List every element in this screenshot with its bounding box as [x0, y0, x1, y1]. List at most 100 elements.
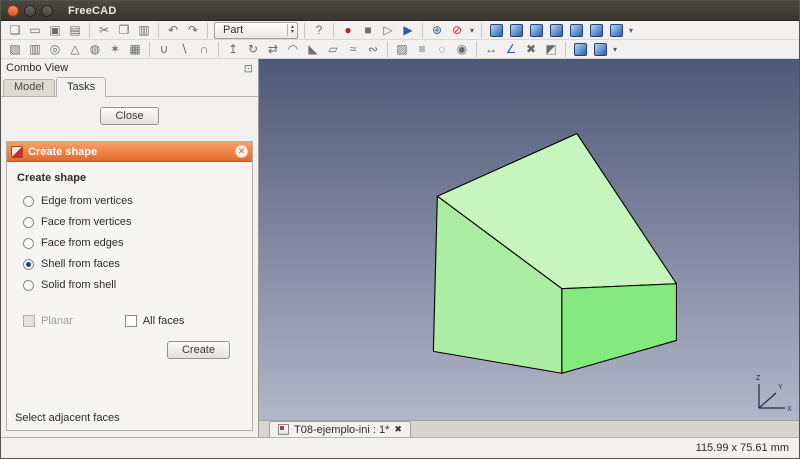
shape-builder-icon[interactable]: ▦: [125, 41, 145, 58]
document-tab[interactable]: T08-ejemplo-ini : 1* ✖: [269, 421, 411, 437]
toolbar-separator: [149, 42, 150, 57]
radio-face-from-vertices[interactable]: Face from vertices: [23, 216, 244, 228]
radio-shell-from-faces[interactable]: Shell from faces: [23, 258, 244, 270]
section-icon[interactable]: ▨: [392, 41, 412, 58]
dock-icon[interactable]: ⊡: [244, 62, 253, 75]
save-document-icon[interactable]: ▣: [45, 22, 65, 39]
extrude-icon[interactable]: ↥: [223, 41, 243, 58]
left-view-icon[interactable]: [606, 22, 626, 39]
3d-viewport[interactable]: Z X Y: [259, 59, 799, 420]
combo-view-header: Combo View ⊡: [1, 59, 258, 77]
combo-view-title: Combo View: [6, 62, 68, 74]
main-area: Combo View ⊡ Model Tasks Close Create sh…: [1, 59, 799, 437]
box-icon[interactable]: ▧: [5, 41, 25, 58]
cylinder-icon[interactable]: ▥: [25, 41, 45, 58]
cross-sections-icon[interactable]: ≡: [412, 41, 432, 58]
measure-angular-icon[interactable]: ∠: [501, 41, 521, 58]
redo-icon[interactable]: ↷: [183, 22, 203, 39]
draw-style-icon[interactable]: ⊘: [447, 22, 467, 39]
radio-icon: [23, 280, 34, 291]
view-tool-icon-2[interactable]: [590, 41, 610, 58]
create-shape-taskbox: Create shape ✕ Create shape Edge from ve…: [6, 141, 253, 431]
toggle-measurement-icon[interactable]: ◩: [541, 41, 561, 58]
toolbar-separator: [565, 42, 566, 57]
right-view-icon[interactable]: [546, 22, 566, 39]
toolbar-separator: [218, 42, 219, 57]
boolean-cut-icon[interactable]: ∖: [174, 41, 194, 58]
print-icon[interactable]: ▤: [65, 22, 85, 39]
window-maximize-button[interactable]: [41, 5, 53, 17]
view-tools-caret-icon[interactable]: ▾: [610, 45, 620, 54]
toolbar-row-1: ❏▭▣▤✂❐▥↶↷Part▴▾?●■▷▶⊕⊘▾▾: [1, 21, 799, 40]
tab-model[interactable]: Model: [3, 79, 55, 96]
radio-face-from-edges[interactable]: Face from edges: [23, 237, 244, 249]
undo-icon[interactable]: ↶: [163, 22, 183, 39]
loft-icon[interactable]: ≈: [343, 41, 363, 58]
radio-label: Shell from faces: [41, 258, 120, 270]
ruled-surface-icon[interactable]: ▱: [323, 41, 343, 58]
clear-measurement-icon[interactable]: ✖: [521, 41, 541, 58]
rear-view-icon[interactable]: [566, 22, 586, 39]
views-caret-icon[interactable]: ▾: [626, 26, 636, 35]
whats-this-icon[interactable]: ?: [309, 22, 329, 39]
window-close-button[interactable]: [7, 5, 19, 17]
cut-icon[interactable]: ✂: [94, 22, 114, 39]
close-task-button[interactable]: Close: [100, 107, 158, 125]
fillet-icon[interactable]: ◠: [283, 41, 303, 58]
thickness-icon[interactable]: ◉: [452, 41, 472, 58]
bottom-view-icon[interactable]: [586, 22, 606, 39]
fit-all-icon[interactable]: ⊕: [427, 22, 447, 39]
document-icon: [278, 424, 289, 435]
radio-icon: [23, 217, 34, 228]
new-document-icon[interactable]: ❏: [5, 22, 25, 39]
radio-selected-icon: [23, 259, 34, 270]
front-view-icon[interactable]: [506, 22, 526, 39]
tab-tasks[interactable]: Tasks: [56, 77, 106, 97]
axonometric-view-icon[interactable]: [486, 22, 506, 39]
titlebar[interactable]: FreeCAD: [1, 1, 799, 21]
window-minimize-button[interactable]: [24, 5, 36, 17]
revolve-icon[interactable]: ↻: [243, 41, 263, 58]
chamfer-icon[interactable]: ◣: [303, 41, 323, 58]
sphere-icon[interactable]: ◎: [45, 41, 65, 58]
section-title: Create shape: [17, 172, 244, 184]
document-tab-close-icon[interactable]: ✖: [394, 424, 402, 435]
boolean-union-icon[interactable]: ∪: [154, 41, 174, 58]
toolbar-separator: [481, 23, 482, 38]
offset-icon[interactable]: ◌: [432, 41, 452, 58]
workbench-spinner-icon[interactable]: ▴▾: [287, 24, 297, 36]
macro-debug-icon[interactable]: ▷: [378, 22, 398, 39]
macro-stop-icon[interactable]: ■: [358, 22, 378, 39]
cone-icon[interactable]: △: [65, 41, 85, 58]
macro-record-icon[interactable]: ●: [338, 22, 358, 39]
combo-view-tabs: Model Tasks: [1, 77, 258, 97]
toolbar-separator: [304, 23, 305, 38]
copy-icon[interactable]: ❐: [114, 22, 134, 39]
torus-icon[interactable]: ◍: [85, 41, 105, 58]
measure-linear-icon[interactable]: ↔: [481, 41, 501, 58]
task-close-icon[interactable]: ✕: [235, 145, 248, 158]
solid-shape[interactable]: [259, 59, 799, 420]
bottom-view-icon: [590, 24, 603, 37]
macro-execute-icon[interactable]: ▶: [398, 22, 418, 39]
boolean-intersection-icon[interactable]: ∩: [194, 41, 214, 58]
draw-style-caret-icon[interactable]: ▾: [467, 26, 477, 35]
open-document-icon[interactable]: ▭: [25, 22, 45, 39]
document-tab-label: T08-ejemplo-ini : 1*: [294, 424, 389, 436]
create-primitives-icon[interactable]: ✶: [105, 41, 125, 58]
top-view-icon: [530, 24, 543, 37]
solid-face-right[interactable]: [562, 284, 677, 374]
toolbar-separator: [422, 23, 423, 38]
radio-icon: [23, 196, 34, 207]
toolbar-separator: [158, 23, 159, 38]
mirror-icon[interactable]: ⇄: [263, 41, 283, 58]
workbench-selector[interactable]: Part▴▾: [214, 22, 298, 39]
radio-edge-from-vertices[interactable]: Edge from vertices: [23, 195, 244, 207]
dimensions-readout: 115.99 x 75.61 mm: [696, 442, 789, 454]
view-tool-icon-1[interactable]: [570, 41, 590, 58]
view-tool-icon-1: [574, 43, 587, 56]
sweep-icon[interactable]: ∾: [363, 41, 383, 58]
radio-label: Face from edges: [41, 237, 124, 249]
top-view-icon[interactable]: [526, 22, 546, 39]
paste-icon[interactable]: ▥: [134, 22, 154, 39]
